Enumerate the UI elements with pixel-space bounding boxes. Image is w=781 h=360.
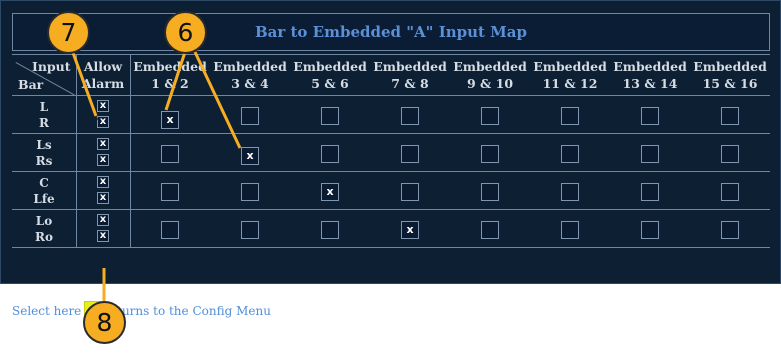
- column-header-8: Embedded 15 & 16: [693, 59, 767, 91]
- allow-alarm-checkbox[interactable]: x: [97, 138, 109, 150]
- grid-line: [12, 171, 770, 172]
- allow-alarm-checkbox[interactable]: x: [97, 192, 109, 204]
- map-cell[interactable]: x: [401, 221, 419, 239]
- map-cell[interactable]: [721, 107, 739, 125]
- map-cell[interactable]: [721, 221, 739, 239]
- map-cell[interactable]: [641, 221, 659, 239]
- map-cell[interactable]: [401, 145, 419, 163]
- bar-header: Bar: [18, 77, 44, 92]
- column-header-5: Embedded 9 & 10: [453, 59, 527, 91]
- map-cell[interactable]: [641, 183, 659, 201]
- grid-line: [12, 54, 770, 55]
- map-cell[interactable]: [321, 107, 339, 125]
- input-map-screen: Bar to Embedded "A" Input Map Input Bar …: [0, 0, 781, 318]
- map-cell[interactable]: [241, 221, 259, 239]
- allow-alarm-checkbox[interactable]: x: [97, 230, 109, 242]
- footer-message: Select here returns to the Config Menu: [12, 301, 271, 320]
- page-title: Bar to Embedded "A" Input Map: [12, 13, 770, 51]
- map-cell[interactable]: [561, 107, 579, 125]
- allow-alarm-checkbox[interactable]: x: [97, 176, 109, 188]
- allow-alarm-header: Allow Alarm: [81, 59, 125, 91]
- map-cell[interactable]: [401, 107, 419, 125]
- map-cell[interactable]: [481, 183, 499, 201]
- column-header-4: Embedded 7 & 8: [373, 59, 447, 91]
- map-cell[interactable]: [721, 145, 739, 163]
- callout-6: 6: [164, 11, 207, 54]
- map-cell[interactable]: [161, 221, 179, 239]
- map-cell[interactable]: [481, 107, 499, 125]
- map-cell[interactable]: [561, 221, 579, 239]
- grid-line: [12, 133, 770, 134]
- map-cell[interactable]: [561, 183, 579, 201]
- map-cell[interactable]: x: [321, 183, 339, 201]
- map-cell[interactable]: [161, 183, 179, 201]
- column-header-7: Embedded 13 & 14: [613, 59, 687, 91]
- map-cell[interactable]: [241, 107, 259, 125]
- map-cell[interactable]: [481, 145, 499, 163]
- row-label-group: LR: [39, 100, 49, 130]
- row-label-group: Lo Ro: [35, 214, 53, 244]
- map-cell[interactable]: [321, 221, 339, 239]
- grid-line: [12, 95, 770, 96]
- map-cell[interactable]: [161, 145, 179, 163]
- row-label-group: C Lfe: [33, 176, 55, 206]
- grid-line: [12, 209, 770, 210]
- map-cell[interactable]: [321, 145, 339, 163]
- column-header-3: Embedded 5 & 6: [293, 59, 367, 91]
- callout-7: 7: [47, 11, 90, 54]
- allow-alarm-checkbox[interactable]: x: [97, 154, 109, 166]
- map-cell[interactable]: [721, 183, 739, 201]
- input-header: Input: [32, 59, 71, 74]
- map-cell[interactable]: [401, 183, 419, 201]
- column-header-2: Embedded 3 & 4: [213, 59, 287, 91]
- allow-alarm-checkbox[interactable]: x: [97, 116, 109, 128]
- allow-alarm-checkbox[interactable]: x: [97, 214, 109, 226]
- map-cell[interactable]: x: [161, 111, 179, 129]
- column-header-6: Embedded 11 & 12: [533, 59, 607, 91]
- map-cell[interactable]: [641, 107, 659, 125]
- map-cell[interactable]: [641, 145, 659, 163]
- map-cell[interactable]: [241, 183, 259, 201]
- grid-line: [12, 247, 770, 248]
- column-header-1: Embedded 1 & 2: [133, 59, 207, 91]
- callout-8: 8: [83, 301, 126, 344]
- input-map-grid: Input Bar Allow Alarm Embedded 1 & 2 Embe…: [12, 54, 770, 318]
- row-label-group: Ls Rs: [35, 138, 53, 168]
- allow-alarm-checkbox[interactable]: x: [97, 100, 109, 112]
- map-cell[interactable]: x: [241, 147, 259, 165]
- map-cell[interactable]: [561, 145, 579, 163]
- map-cell[interactable]: [481, 221, 499, 239]
